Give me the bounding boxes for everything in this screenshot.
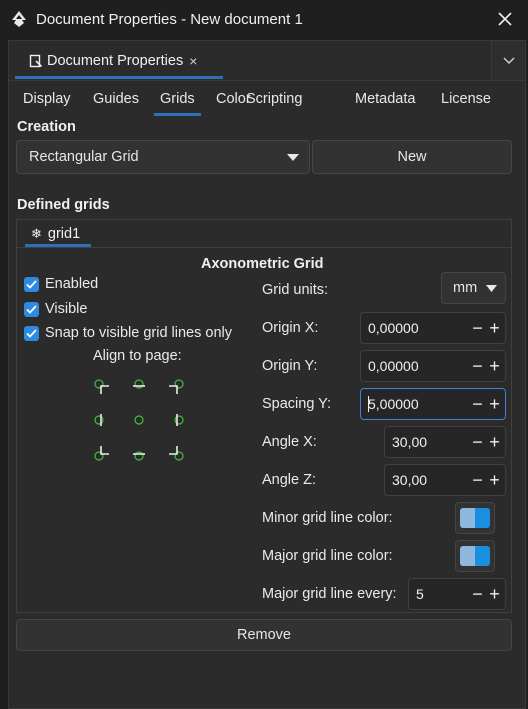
major-color-button[interactable] bbox=[455, 540, 495, 572]
spacing-y-label: Spacing Y: bbox=[262, 396, 332, 412]
new-grid-button[interactable]: New bbox=[312, 140, 512, 174]
major-every-label: Major grid line every: bbox=[262, 586, 397, 602]
origin-x-value: 0,00000 bbox=[368, 320, 419, 336]
minor-color-button[interactable] bbox=[455, 502, 495, 534]
enabled-label: Enabled bbox=[45, 276, 99, 292]
dock-tab-label: Document Properties bbox=[47, 53, 184, 69]
snap-visible-label: Snap to visible grid lines only bbox=[45, 325, 232, 341]
plus-icon[interactable]: + bbox=[489, 433, 500, 451]
grid-tab-label: grid1 bbox=[47, 226, 81, 242]
checkbox-checked-icon bbox=[24, 325, 39, 341]
minus-icon[interactable]: − bbox=[472, 471, 483, 489]
grid-tab-divider bbox=[17, 247, 511, 248]
grid-type-value: Rectangular Grid bbox=[29, 149, 139, 165]
angle-x-label: Angle X: bbox=[262, 434, 317, 450]
plus-icon[interactable]: + bbox=[489, 471, 500, 489]
spacing-y-value: 5,00000 bbox=[368, 396, 419, 412]
minus-icon[interactable]: − bbox=[472, 433, 483, 451]
origin-x-spinbox[interactable]: 0,00000 − + bbox=[360, 312, 506, 344]
inkscape-app-icon bbox=[12, 11, 26, 27]
document-properties-panel: Display Guides Grids Color Scripting Met… bbox=[8, 80, 526, 709]
dropdown-arrow-icon bbox=[486, 285, 497, 292]
grid-type-select[interactable]: Rectangular Grid bbox=[16, 140, 310, 174]
creation-label: Creation bbox=[17, 119, 76, 135]
visible-checkbox[interactable]: Visible bbox=[24, 301, 87, 317]
minus-icon[interactable]: − bbox=[472, 357, 483, 375]
plus-icon[interactable]: + bbox=[489, 395, 500, 413]
tab-bar: Display Guides Grids Color Scripting Met… bbox=[9, 85, 525, 116]
visible-label: Visible bbox=[45, 301, 88, 317]
close-icon bbox=[498, 12, 512, 26]
window-title: Document Properties - New document 1 bbox=[36, 10, 303, 28]
grid-units-select[interactable]: mm bbox=[441, 272, 506, 304]
grid-icon: ❄ bbox=[31, 226, 42, 241]
plus-icon[interactable]: + bbox=[489, 357, 500, 375]
minor-color-label: Minor grid line color: bbox=[262, 510, 393, 526]
major-every-value: 5 bbox=[416, 586, 424, 602]
major-color-label: Major grid line color: bbox=[262, 548, 393, 564]
dock-tab-document-properties[interactable]: Document Properties × bbox=[15, 43, 223, 79]
window-titlebar: Document Properties - New document 1 bbox=[0, 0, 528, 38]
defined-grids-container: ❄ grid1 Axonometric Grid Enabled Visible… bbox=[16, 219, 512, 613]
angle-x-spinbox[interactable]: 30,00 − + bbox=[384, 426, 506, 458]
color-swatch bbox=[460, 508, 490, 528]
dropdown-arrow-icon bbox=[287, 154, 299, 161]
align-to-page-anchors[interactable] bbox=[89, 374, 189, 464]
grid-tab-grid1[interactable]: ❄ grid1 bbox=[25, 222, 91, 247]
minus-icon[interactable]: − bbox=[472, 319, 483, 337]
origin-x-label: Origin X: bbox=[262, 320, 319, 336]
checkbox-checked-icon bbox=[24, 301, 39, 317]
window-close-button[interactable] bbox=[494, 8, 516, 30]
chevron-down-icon bbox=[502, 56, 515, 64]
origin-y-label: Origin Y: bbox=[262, 358, 318, 374]
align-to-page-label: Align to page: bbox=[93, 348, 182, 364]
tab-license[interactable]: License bbox=[441, 91, 491, 107]
plus-icon[interactable]: + bbox=[489, 585, 500, 603]
grid-units-value: mm bbox=[453, 280, 478, 296]
origin-y-value: 0,00000 bbox=[368, 358, 419, 374]
tab-display[interactable]: Display bbox=[23, 91, 71, 107]
document-properties-icon bbox=[29, 54, 43, 68]
color-swatch bbox=[460, 546, 490, 566]
dock-tab-close-icon[interactable]: × bbox=[189, 53, 197, 69]
tab-grids[interactable]: Grids bbox=[154, 91, 201, 116]
plus-icon[interactable]: + bbox=[489, 319, 500, 337]
enabled-checkbox[interactable]: Enabled bbox=[24, 276, 98, 292]
angle-z-spinbox[interactable]: 30,00 − + bbox=[384, 464, 506, 496]
minus-icon[interactable]: − bbox=[472, 395, 483, 413]
angle-z-value: 30,00 bbox=[392, 472, 428, 488]
text-caret bbox=[368, 396, 369, 412]
major-every-spinbox[interactable]: 5 − + bbox=[408, 578, 506, 610]
remove-grid-button[interactable]: Remove bbox=[16, 619, 512, 651]
dock-menu-button[interactable] bbox=[491, 41, 525, 80]
grid-units-label: Grid units: bbox=[262, 282, 329, 298]
tab-guides[interactable]: Guides bbox=[93, 91, 139, 107]
minus-icon[interactable]: − bbox=[472, 585, 483, 603]
defined-grids-label: Defined grids bbox=[17, 197, 110, 213]
grid-heading: Axonometric Grid bbox=[201, 256, 324, 272]
tab-scripting[interactable]: Scripting bbox=[246, 91, 302, 107]
tab-metadata[interactable]: Metadata bbox=[355, 91, 415, 107]
angle-z-label: Angle Z: bbox=[262, 472, 316, 488]
spacing-y-spinbox[interactable]: 5,00000 − + bbox=[360, 388, 506, 420]
snap-visible-checkbox[interactable]: Snap to visible grid lines only bbox=[24, 325, 232, 341]
checkbox-checked-icon bbox=[24, 276, 39, 292]
dock-header: Document Properties × bbox=[8, 40, 526, 80]
origin-y-spinbox[interactable]: 0,00000 − + bbox=[360, 350, 506, 382]
angle-x-value: 30,00 bbox=[392, 434, 428, 450]
